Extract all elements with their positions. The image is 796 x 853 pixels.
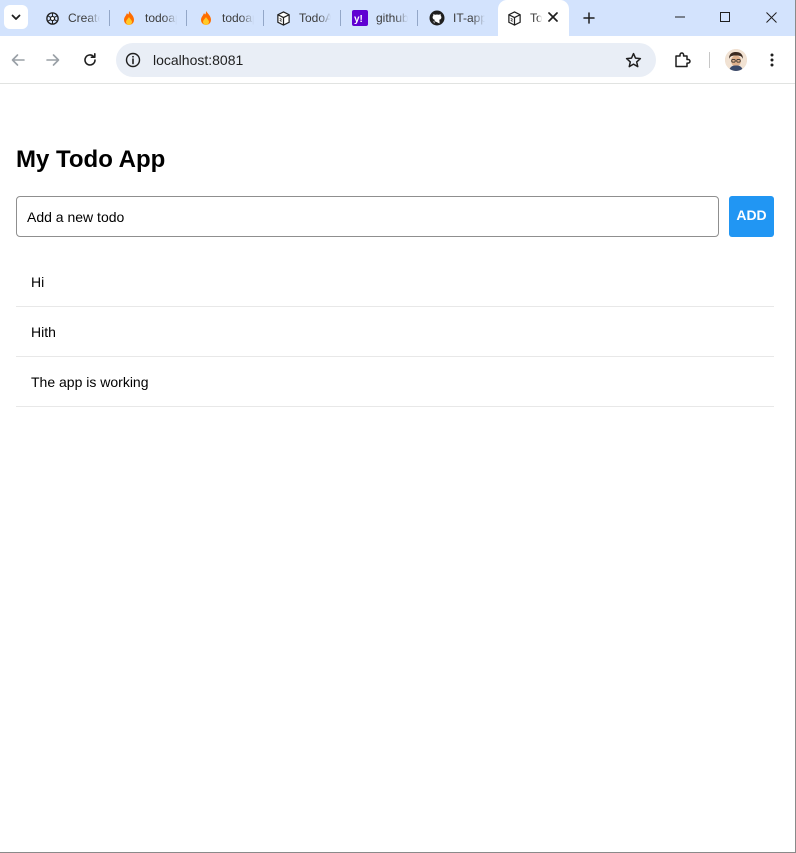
profile-avatar[interactable] xyxy=(725,49,747,71)
tab-title: IT-app xyxy=(453,11,485,25)
window-close-button[interactable] xyxy=(748,0,794,34)
page-title: My Todo App xyxy=(16,146,166,173)
new-tab-button[interactable] xyxy=(578,7,600,29)
tab-search-button[interactable] xyxy=(4,5,28,29)
maximize-button[interactable] xyxy=(702,0,748,34)
page-viewport: My Todo App ADD Hi Hith The app is worki… xyxy=(0,84,795,852)
menu-button[interactable] xyxy=(758,46,786,74)
kebab-menu-icon xyxy=(770,53,774,67)
todo-list: Hi Hith The app is working xyxy=(16,257,774,407)
minimize-icon xyxy=(675,16,685,18)
firebase-icon xyxy=(198,10,214,26)
todo-input[interactable] xyxy=(16,196,719,237)
chevron-down-icon xyxy=(11,14,21,20)
plus-icon xyxy=(583,12,595,24)
tab-title: todoapp xyxy=(222,11,254,25)
arrow-left-icon xyxy=(11,54,25,66)
yahoo-icon: y! xyxy=(352,10,368,26)
tab-0[interactable]: Create xyxy=(44,4,100,32)
info-icon[interactable] xyxy=(124,51,142,69)
tab-strip: Create todoapp todoapp TodoApp y! xyxy=(0,0,795,36)
firebase-icon xyxy=(121,10,137,26)
tab-5[interactable]: IT-app xyxy=(429,4,485,32)
github-icon xyxy=(429,10,445,26)
arrow-right-icon xyxy=(46,54,60,66)
tab-divider xyxy=(340,10,341,26)
forward-button[interactable] xyxy=(39,46,67,74)
cube-icon xyxy=(506,10,522,26)
tab-title: Create xyxy=(68,11,100,25)
toolbar-divider xyxy=(709,52,710,68)
browser-toolbar: localhost:8081 xyxy=(0,36,795,84)
close-icon xyxy=(765,11,777,23)
tab-title: TodoApp xyxy=(299,11,331,25)
maximize-icon xyxy=(720,12,730,22)
tab-1[interactable]: todoapp xyxy=(121,4,177,32)
address-bar[interactable]: localhost:8081 xyxy=(116,43,656,77)
tab-6-active[interactable]: To xyxy=(498,0,569,36)
tab-divider xyxy=(417,10,418,26)
extensions-button[interactable] xyxy=(668,46,696,74)
tab-divider xyxy=(263,10,264,26)
reload-button[interactable] xyxy=(76,46,104,74)
cube-icon xyxy=(275,10,291,26)
close-icon[interactable] xyxy=(545,9,561,25)
todo-item[interactable]: Hi xyxy=(16,257,774,307)
tab-title: To xyxy=(530,11,542,25)
address-text[interactable]: localhost:8081 xyxy=(153,52,243,68)
browser-window: Create todoapp todoapp TodoApp y! xyxy=(0,0,796,853)
tab-3[interactable]: TodoApp xyxy=(275,4,331,32)
todo-item[interactable]: Hith xyxy=(16,307,774,357)
tab-title: github xyxy=(376,11,408,25)
openai-icon xyxy=(44,10,60,26)
puzzle-icon xyxy=(675,52,691,68)
tab-title: todoapp xyxy=(145,11,177,25)
tab-2[interactable]: todoapp xyxy=(198,4,254,32)
svg-text:y!: y! xyxy=(354,14,363,25)
add-todo-button[interactable]: ADD xyxy=(729,196,774,237)
bookmark-star-icon[interactable] xyxy=(624,51,642,69)
minimize-button[interactable] xyxy=(657,0,703,34)
tab-divider xyxy=(186,10,187,26)
back-button[interactable] xyxy=(4,46,32,74)
todo-item[interactable]: The app is working xyxy=(16,357,774,407)
tab-4[interactable]: y! github xyxy=(352,4,408,32)
reload-icon xyxy=(84,53,96,66)
tab-divider xyxy=(109,10,110,26)
